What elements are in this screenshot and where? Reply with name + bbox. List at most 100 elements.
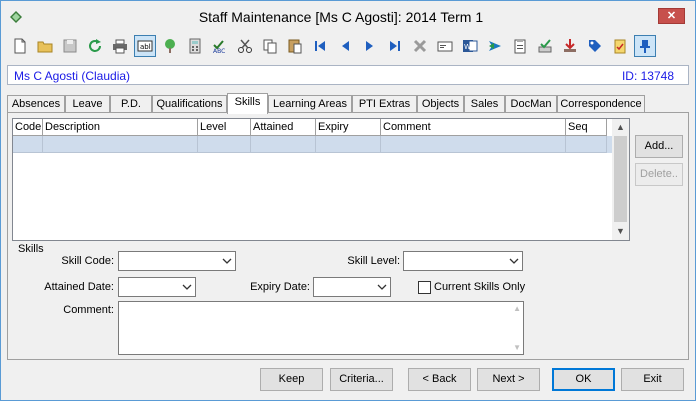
cell-seq[interactable]	[566, 136, 607, 153]
next-button[interactable]: Next >	[477, 368, 540, 391]
new-icon[interactable]	[9, 35, 31, 57]
scroll-up-icon[interactable]: ▲	[612, 119, 629, 136]
send-icon[interactable]	[484, 35, 506, 57]
tab-pd[interactable]: P.D.	[110, 95, 152, 113]
scroll-down-icon[interactable]: ▼	[513, 343, 521, 352]
cell-description[interactable]	[43, 136, 198, 153]
expiry-date-picker[interactable]	[313, 277, 391, 297]
scroll-up-icon[interactable]: ▲	[513, 304, 521, 313]
svg-text:W: W	[464, 43, 471, 51]
column-seq[interactable]: Seq	[566, 119, 607, 136]
download-icon[interactable]	[559, 35, 581, 57]
attained-date-label: Attained Date:	[44, 281, 114, 293]
column-code[interactable]: Code	[13, 119, 43, 136]
current-skills-only-label: Current Skills Only	[434, 281, 526, 293]
column-level[interactable]: Level	[198, 119, 251, 136]
skills-grid[interactable]: Code Description Level Attained Expiry C…	[12, 118, 630, 241]
grid-header: Code Description Level Attained Expiry C…	[13, 119, 613, 136]
calculator-icon[interactable]	[184, 35, 206, 57]
column-description[interactable]: Description	[43, 119, 198, 136]
tag-icon[interactable]	[584, 35, 606, 57]
card-icon[interactable]	[434, 35, 456, 57]
tab-leave[interactable]: Leave	[65, 95, 110, 113]
skill-code-select[interactable]	[118, 251, 236, 271]
tree-icon[interactable]	[159, 35, 181, 57]
toolbar: abl ABC W	[9, 35, 689, 59]
copy-icon[interactable]	[259, 35, 281, 57]
spell-check-icon[interactable]: ABC	[209, 35, 231, 57]
svg-text:abl: abl	[140, 43, 151, 51]
tab-strip: Absences Leave P.D. Qualifications Skill…	[7, 93, 689, 114]
delete-button[interactable]: Delete..	[635, 163, 683, 186]
column-expiry[interactable]: Expiry	[316, 119, 381, 136]
scroll-down-icon[interactable]: ▼	[612, 223, 629, 240]
back-button[interactable]: < Back	[408, 368, 471, 391]
cell-code[interactable]	[13, 136, 43, 153]
staff-header: Ms C Agosti (Claudia) ID: 13748	[7, 65, 689, 85]
tab-absences[interactable]: Absences	[7, 95, 65, 113]
checklist-icon[interactable]	[609, 35, 631, 57]
criteria-button[interactable]: Criteria...	[330, 368, 393, 391]
save-icon[interactable]	[59, 35, 81, 57]
keep-button[interactable]: Keep	[260, 368, 323, 391]
scroll-thumb[interactable]	[614, 136, 627, 222]
refresh-icon[interactable]	[84, 35, 106, 57]
paste-icon[interactable]	[284, 35, 306, 57]
previous-record-icon[interactable]	[334, 35, 356, 57]
tab-pti-extras[interactable]: PTI Extras	[352, 95, 417, 113]
bottom-button-bar: Keep Criteria... < Back Next > OK Exit	[1, 363, 695, 401]
tab-qualifications[interactable]: Qualifications	[152, 95, 227, 113]
column-comment[interactable]: Comment	[381, 119, 566, 136]
skill-code-label: Skill Code:	[61, 255, 114, 267]
cell-expiry[interactable]	[316, 136, 381, 153]
word-document-icon[interactable]: W	[459, 35, 481, 57]
expiry-date-label: Expiry Date:	[250, 281, 310, 293]
attained-date-picker[interactable]	[118, 277, 196, 297]
skill-level-label: Skill Level:	[347, 255, 400, 267]
staff-maintenance-window: Staff Maintenance [Ms C Agosti]: 2014 Te…	[0, 0, 696, 401]
tab-learning-areas[interactable]: Learning Areas	[268, 95, 352, 113]
title-bar[interactable]: Staff Maintenance [Ms C Agosti]: 2014 Te…	[1, 1, 695, 31]
text-field-icon[interactable]: abl	[134, 35, 156, 57]
comment-field[interactable]: ▲ ▼	[118, 301, 524, 355]
staff-id: ID: 13748	[621, 69, 674, 83]
approve-icon[interactable]	[534, 35, 556, 57]
window-title: Staff Maintenance [Ms C Agosti]: 2014 Te…	[198, 9, 484, 25]
skills-group-label: Skills	[18, 243, 44, 255]
chevron-down-icon	[182, 284, 192, 290]
add-button[interactable]: Add...	[635, 135, 683, 158]
table-row[interactable]	[13, 136, 613, 153]
print-icon[interactable]	[109, 35, 131, 57]
chevron-down-icon	[509, 258, 519, 264]
staff-name: Ms C Agosti (Claudia)	[14, 69, 131, 83]
tab-objects[interactable]: Objects	[417, 95, 464, 113]
last-record-icon[interactable]	[384, 35, 406, 57]
tab-docman[interactable]: DocMan	[505, 95, 557, 113]
open-folder-icon[interactable]	[34, 35, 56, 57]
cell-attained[interactable]	[251, 136, 316, 153]
close-button[interactable]: ✕	[658, 8, 685, 24]
column-attained[interactable]: Attained	[251, 119, 316, 136]
cell-comment[interactable]	[381, 136, 566, 153]
grid-scrollbar[interactable]: ▲ ▼	[612, 119, 629, 240]
exit-button[interactable]: Exit	[621, 368, 684, 391]
skill-level-select[interactable]	[403, 251, 523, 271]
pin-icon[interactable]	[634, 35, 656, 57]
next-record-icon[interactable]	[359, 35, 381, 57]
tab-sales[interactable]: Sales	[464, 95, 505, 113]
chevron-down-icon	[377, 284, 387, 290]
ok-button[interactable]: OK	[552, 368, 615, 391]
chevron-down-icon	[222, 258, 232, 264]
skills-panel: Code Description Level Attained Expiry C…	[7, 112, 689, 360]
current-skills-only-checkbox[interactable]	[418, 281, 431, 294]
first-record-icon[interactable]	[309, 35, 331, 57]
tab-skills[interactable]: Skills	[227, 93, 268, 114]
clipboard-list-icon[interactable]	[509, 35, 531, 57]
skills-group: Skills Skill Code: Skill Level: Attained…	[12, 243, 684, 357]
delete-icon[interactable]	[409, 35, 431, 57]
svg-text:ABC: ABC	[213, 48, 225, 54]
cell-level[interactable]	[198, 136, 251, 153]
tab-correspondence[interactable]: Correspondence	[557, 95, 645, 113]
comment-label: Comment:	[63, 304, 114, 316]
cut-icon[interactable]	[234, 35, 256, 57]
